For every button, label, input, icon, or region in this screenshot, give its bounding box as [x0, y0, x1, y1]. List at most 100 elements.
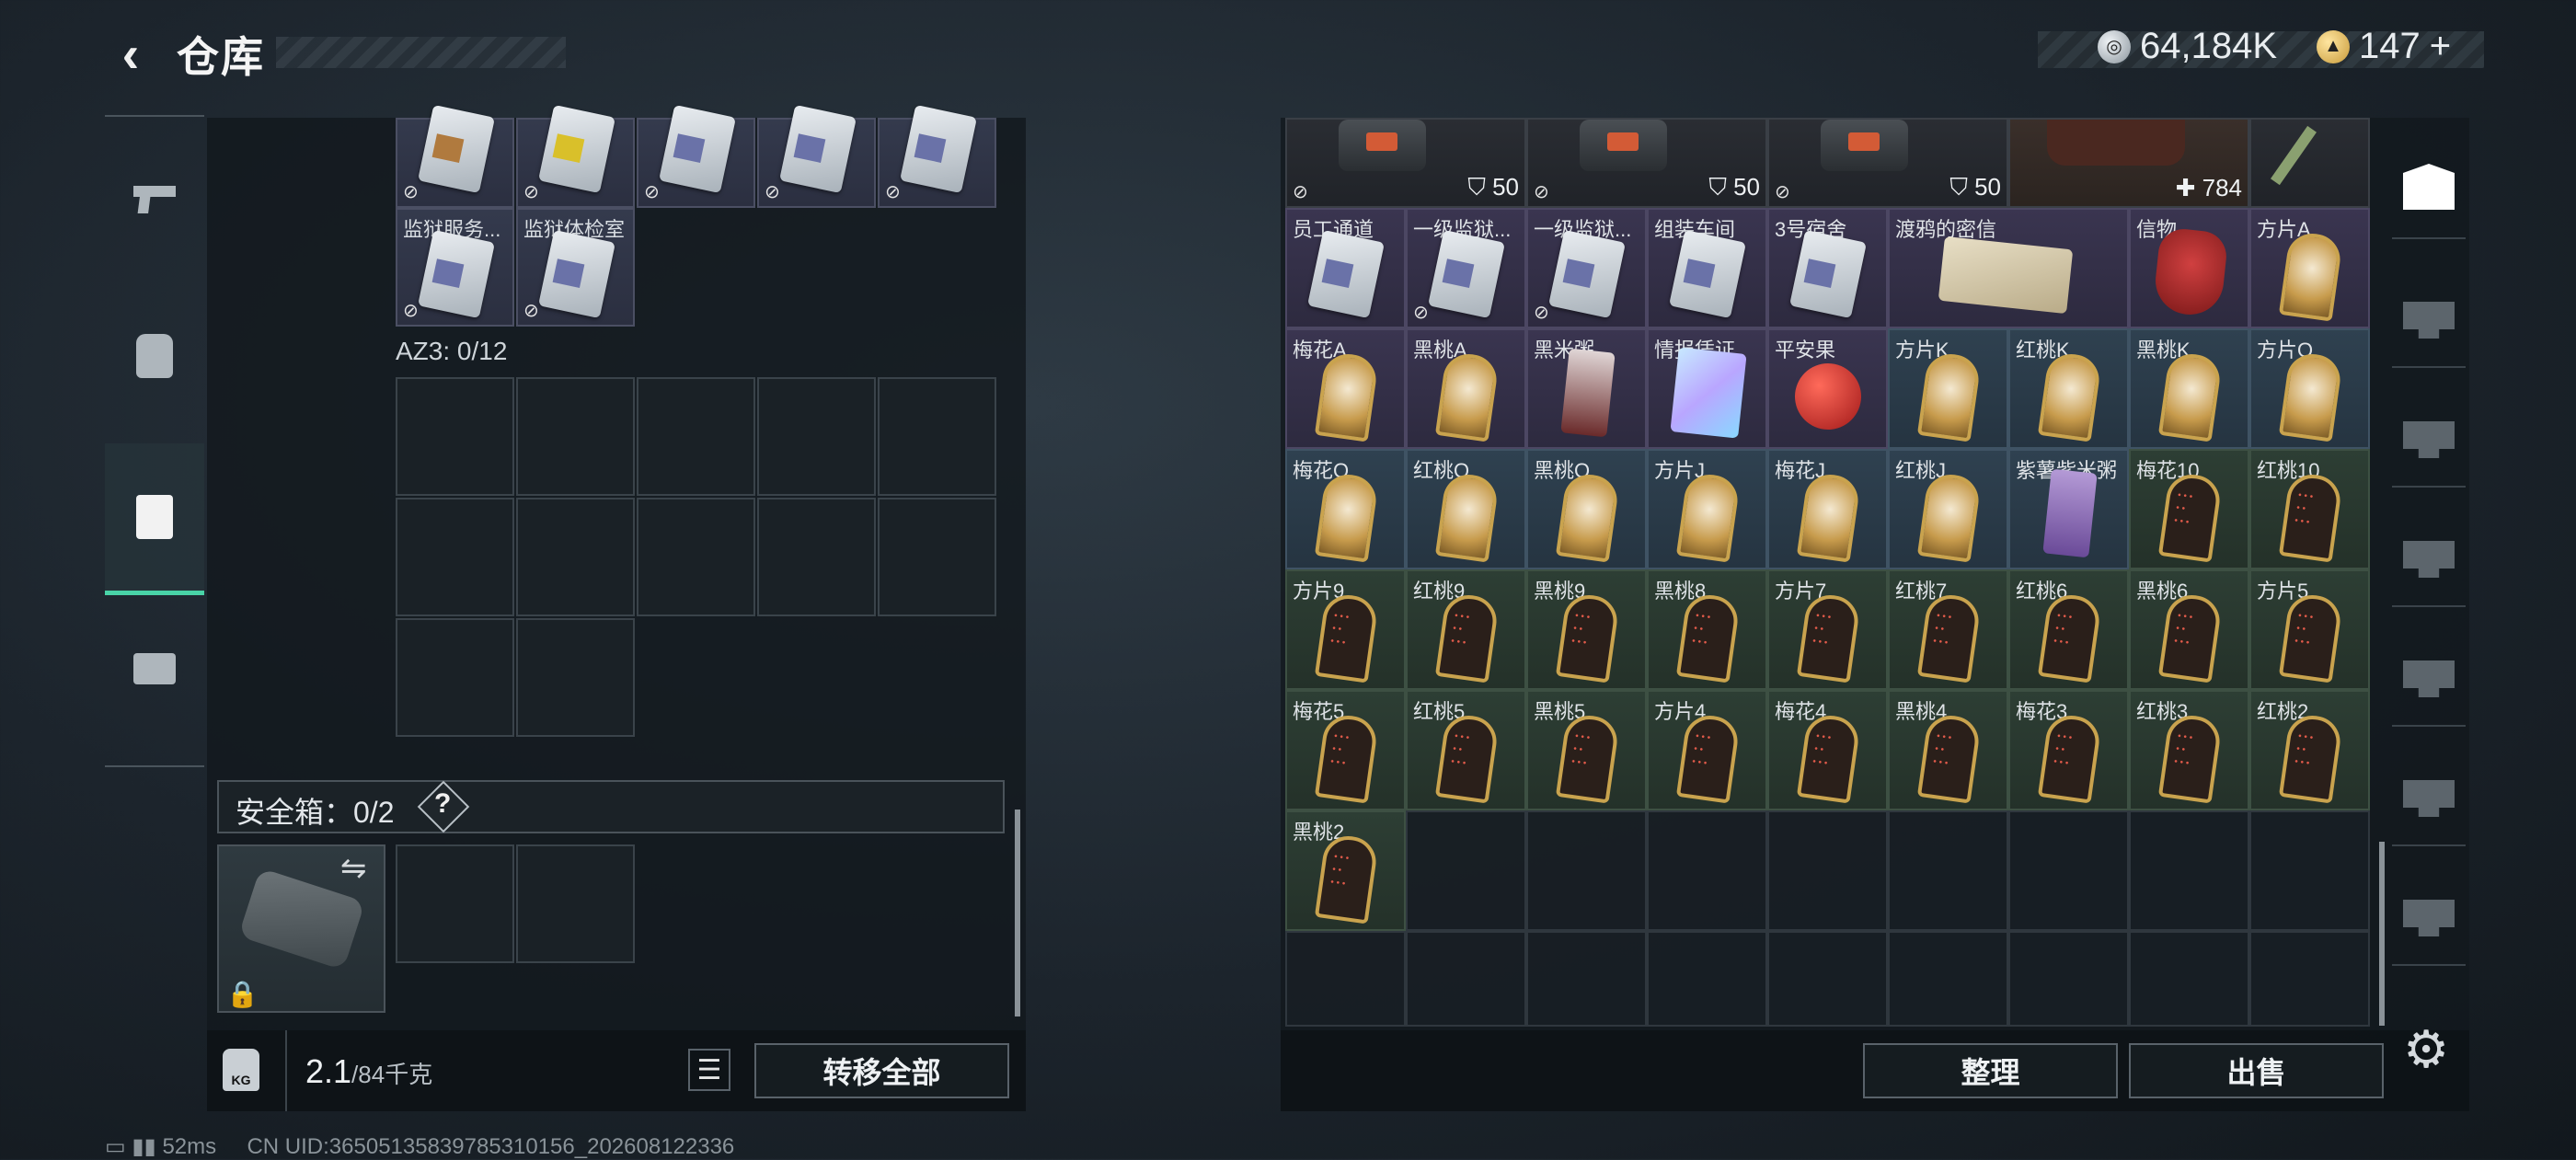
gold-add-icon[interactable]: +	[2430, 26, 2451, 67]
empty-slot[interactable]	[2129, 931, 2249, 1027]
item-slot[interactable]: 红桃6	[2008, 569, 2129, 690]
nav-rig[interactable]	[105, 443, 204, 595]
filter-armor-v2[interactable]	[2392, 385, 2466, 488]
item-slot[interactable]: 梅花4	[1767, 690, 1888, 810]
swap-icon[interactable]: ⇋	[340, 850, 367, 887]
item-slot[interactable]: 红桃5	[1406, 690, 1526, 810]
item-slot[interactable]: 梅花Q	[1285, 449, 1406, 569]
item-slot[interactable]: 黑桃A	[1406, 328, 1526, 449]
item-slot[interactable]: 员工通道	[1285, 208, 1406, 328]
empty-slot[interactable]	[2008, 931, 2129, 1027]
nav-backpack[interactable]	[105, 282, 204, 430]
item-slot[interactable]: 情报凭证	[1647, 328, 1767, 449]
item-slot[interactable]: 方片9	[1285, 569, 1406, 690]
item-slot[interactable]: 组装车间	[1647, 208, 1767, 328]
empty-slot[interactable]	[1647, 810, 1767, 931]
item-slot[interactable]: ⊘ ⛉ 50	[1526, 118, 1767, 208]
empty-slot[interactable]	[2249, 810, 2370, 931]
item-slot[interactable]: 黑桃5	[1526, 690, 1647, 810]
filter-rig-iv[interactable]	[2392, 624, 2466, 727]
empty-slot[interactable]	[637, 377, 755, 496]
item-slot[interactable]: 紫薯紫米粥	[2008, 449, 2129, 569]
empty-slot[interactable]	[878, 498, 996, 616]
empty-slot[interactable]	[1406, 810, 1526, 931]
empty-slot[interactable]	[757, 498, 876, 616]
item-slot[interactable]: 黑桃2	[1285, 810, 1406, 931]
right-scrollbar[interactable]	[2379, 842, 2385, 1026]
empty-slot[interactable]	[516, 618, 635, 737]
item-slot[interactable]: 梅花3	[2008, 690, 2129, 810]
empty-slot[interactable]	[1647, 931, 1767, 1027]
list-view-button[interactable]: ☰	[688, 1049, 730, 1091]
item-slot[interactable]: ⊘	[396, 104, 514, 208]
item-slot[interactable]: 方片J	[1647, 449, 1767, 569]
item-slot[interactable]: ✚ 784	[2008, 118, 2249, 208]
item-slot[interactable]: 平安果	[1767, 328, 1888, 449]
empty-slot[interactable]	[1888, 810, 2008, 931]
sell-button[interactable]: 出售	[2129, 1043, 2384, 1098]
item-slot[interactable]: ⊘ ⛉ 50	[1767, 118, 2008, 208]
empty-slot[interactable]	[2008, 810, 2129, 931]
item-slot[interactable]: 黑桃4	[1888, 690, 2008, 810]
item-slot[interactable]: 黑桃Q	[1526, 449, 1647, 569]
empty-slot[interactable]	[1526, 810, 1647, 931]
empty-slot[interactable]	[1406, 931, 1526, 1027]
filter-rig-iii[interactable]	[2392, 743, 2466, 846]
item-slot[interactable]: 黑桃K	[2129, 328, 2249, 449]
item-slot[interactable]: 3号宿舍	[1767, 208, 1888, 328]
empty-slot[interactable]	[2249, 931, 2370, 1027]
safebox-slot[interactable]	[516, 844, 635, 963]
item-slot[interactable]: 一级监狱... ⊘	[1526, 208, 1647, 328]
item-slot[interactable]: 方片5	[2249, 569, 2370, 690]
item-slot[interactable]: 黑米粥	[1526, 328, 1647, 449]
item-slot[interactable]: 红桃10	[2249, 449, 2370, 569]
back-button[interactable]: ‹	[103, 25, 158, 83]
empty-slot[interactable]	[516, 498, 635, 616]
item-slot[interactable]: ⊘	[878, 104, 996, 208]
item-slot[interactable]: 梅花10	[2129, 449, 2249, 569]
item-slot[interactable]: 红桃7	[1888, 569, 2008, 690]
safebox-slot[interactable]	[396, 844, 514, 963]
empty-slot[interactable]	[396, 377, 514, 496]
item-slot[interactable]: 信物	[2129, 208, 2249, 328]
item-slot[interactable]: 方片A	[2249, 208, 2370, 328]
empty-slot[interactable]	[757, 377, 876, 496]
empty-slot[interactable]	[1526, 931, 1647, 1027]
item-slot[interactable]: 红桃Q	[1406, 449, 1526, 569]
left-scrollbar[interactable]	[1015, 810, 1020, 1016]
item-slot[interactable]: ⊘	[637, 104, 755, 208]
empty-slot[interactable]	[396, 618, 514, 737]
item-slot[interactable]: 黑桃8	[1647, 569, 1767, 690]
filter-armor-iv[interactable]	[2392, 504, 2466, 607]
item-slot[interactable]	[2249, 118, 2370, 208]
item-slot[interactable]: 红桃9	[1406, 569, 1526, 690]
item-slot[interactable]: 红桃2	[2249, 690, 2370, 810]
item-slot[interactable]: 监狱体检室 ⊘	[516, 208, 635, 327]
empty-slot[interactable]	[1767, 931, 1888, 1027]
empty-slot[interactable]	[1767, 810, 1888, 931]
gold-currency[interactable]: ▲ 147 +	[2317, 26, 2451, 67]
empty-slot[interactable]	[516, 377, 635, 496]
item-slot[interactable]: 方片7	[1767, 569, 1888, 690]
item-slot[interactable]: 黑桃9	[1526, 569, 1647, 690]
item-slot[interactable]: 梅花5	[1285, 690, 1406, 810]
item-slot[interactable]: 红桃3	[2129, 690, 2249, 810]
filter-helmet[interactable]	[2392, 136, 2466, 239]
organize-button[interactable]: 整理	[1863, 1043, 2118, 1098]
item-slot[interactable]: ⊘	[516, 104, 635, 208]
nav-weapons[interactable]	[105, 126, 204, 273]
item-slot[interactable]: 方片K	[1888, 328, 2008, 449]
item-slot[interactable]: 方片4	[1647, 690, 1767, 810]
item-slot[interactable]: 红桃J	[1888, 449, 2008, 569]
item-slot[interactable]: ⊘	[757, 104, 876, 208]
item-slot[interactable]: 红桃K	[2008, 328, 2129, 449]
item-slot[interactable]: ⊘ ⛉ 50	[1285, 118, 1526, 208]
empty-slot[interactable]	[2129, 810, 2249, 931]
item-slot[interactable]: 黑桃6	[2129, 569, 2249, 690]
empty-slot[interactable]	[637, 498, 755, 616]
item-slot[interactable]: 梅花A	[1285, 328, 1406, 449]
empty-slot[interactable]	[396, 498, 514, 616]
item-slot[interactable]: 一级监狱... ⊘	[1406, 208, 1526, 328]
empty-slot[interactable]	[878, 377, 996, 496]
item-slot[interactable]: 梅花J	[1767, 449, 1888, 569]
